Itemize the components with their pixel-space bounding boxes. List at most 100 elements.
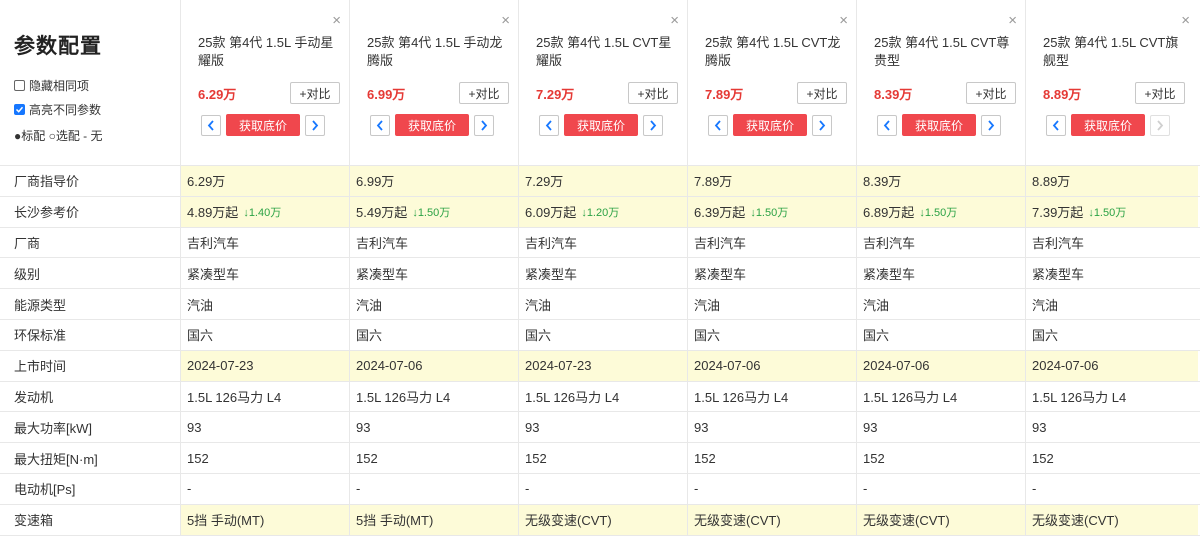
hide-same-checkbox[interactable]	[14, 79, 25, 91]
move-right-button[interactable]	[474, 114, 494, 136]
table-row: 发动机 1.5L 126马力 L4 1.5L 126马力 L4 1.5L 126马力 …	[0, 381, 1200, 413]
get-lowest-price-button[interactable]: 获取底价	[395, 114, 469, 136]
move-left-button[interactable]	[539, 114, 559, 136]
param-value: 吉利汽车	[857, 227, 1026, 258]
compare-button[interactable]: +对比	[797, 82, 847, 104]
param-value: 汽油	[1026, 289, 1198, 319]
table-row: 变速箱 5挡 手动(MT) 5挡 手动(MT) 无级变速(CVT) 无级变速(CVT) 无…	[0, 504, 1200, 536]
param-value-text: 吉利汽车	[356, 235, 409, 251]
param-value: -	[1026, 474, 1198, 504]
car-name: 25款 第4代 1.5L 手动龙腾版	[367, 35, 503, 68]
car-column: × 25款 第4代 1.5L 手动龙腾版 6.99万 +对比 获取底价	[350, 0, 519, 166]
highlight-diff-option[interactable]: 高亮不同参数	[14, 97, 180, 121]
param-value: -	[857, 473, 1026, 504]
chevron-left-icon	[545, 119, 552, 131]
move-right-button[interactable]	[305, 114, 325, 136]
chevron-left-icon	[207, 119, 214, 131]
param-value-text: 7.89万	[694, 174, 733, 190]
car-price: 8.39万	[874, 86, 913, 102]
param-value-text: 1.5L 126马力 L4	[694, 389, 789, 405]
param-value-text: -	[1032, 481, 1037, 497]
param-value: 4.89万起 ↓1.40万	[181, 196, 350, 227]
compare-button[interactable]: +对比	[966, 82, 1016, 104]
move-left-button[interactable]	[1046, 114, 1066, 136]
compare-button[interactable]: +对比	[628, 82, 678, 104]
param-value: 93	[350, 412, 519, 443]
param-value: 1.5L 126马力 L4	[688, 381, 857, 412]
param-value: -	[350, 473, 519, 504]
remove-car-icon[interactable]: ×	[670, 13, 679, 28]
compare-button[interactable]: +对比	[290, 82, 340, 104]
param-value-text: 5挡 手动(MT)	[356, 513, 434, 529]
param-value: 紧凑型车	[688, 258, 857, 289]
param-value-text: 无级变速(CVT)	[694, 513, 781, 529]
get-lowest-price-button[interactable]: 获取底价	[564, 114, 638, 136]
move-right-button[interactable]	[981, 114, 1001, 136]
param-value: 无级变速(CVT)	[1026, 504, 1198, 535]
param-value-text: -	[863, 481, 868, 497]
remove-car-icon[interactable]: ×	[1181, 13, 1190, 28]
param-value: 152	[857, 443, 1026, 473]
get-lowest-price-button[interactable]: 获取底价	[902, 114, 976, 136]
param-value: 7.89万	[688, 166, 857, 196]
param-value: 汽油	[519, 289, 688, 319]
remove-car-icon[interactable]: ×	[332, 13, 341, 28]
move-right-button[interactable]	[812, 114, 832, 136]
param-value-text: 6.89万起	[863, 205, 915, 221]
remove-car-icon[interactable]: ×	[839, 13, 848, 28]
price-drop: ↓1.50万	[750, 206, 789, 219]
param-value-text: 5.49万起	[356, 205, 408, 221]
param-label: 级别	[0, 258, 181, 289]
car-column: × 25款 第4代 1.5L CVT尊贵型 8.39万 +对比 获取底价	[857, 0, 1026, 166]
param-value-text: 国六	[1032, 328, 1059, 344]
remove-car-icon[interactable]: ×	[501, 13, 510, 28]
move-right-button[interactable]	[643, 114, 663, 136]
move-left-button[interactable]	[708, 114, 728, 136]
param-value: 1.5L 126马力 L4	[519, 381, 688, 412]
param-value: 紧凑型车	[857, 258, 1026, 289]
param-label: 电动机[Ps]	[0, 473, 181, 504]
hide-same-option[interactable]: 隐藏相同项	[14, 73, 180, 97]
param-value: 汽油	[857, 289, 1026, 319]
compare-button[interactable]: +对比	[1135, 82, 1185, 104]
compare-button[interactable]: +对比	[459, 82, 509, 104]
remove-car-icon[interactable]: ×	[1008, 13, 1017, 28]
param-value-text: 7.39万起	[1032, 205, 1084, 221]
param-value-text: 2024-07-06	[356, 358, 423, 374]
chevron-left-icon	[376, 119, 383, 131]
param-value: 紧凑型车	[181, 258, 350, 289]
param-value: 6.29万	[181, 166, 350, 196]
param-value-text: 7.29万	[525, 174, 564, 190]
table-row: 最大功率[kW] 93 93 93 93 93 93	[0, 412, 1200, 444]
param-value: 紧凑型车	[350, 258, 519, 289]
param-value-text: 2024-07-23	[187, 358, 254, 374]
param-value-text: 国六	[694, 328, 721, 344]
car-price: 8.89万	[1043, 86, 1082, 102]
param-value-text: 紧凑型车	[187, 266, 240, 282]
param-value: 吉利汽车	[181, 227, 350, 258]
table-row: 环保标准 国六 国六 国六 国六 国六 国六	[0, 319, 1200, 351]
car-name: 25款 第4代 1.5L 手动星耀版	[198, 35, 334, 68]
move-left-button[interactable]	[370, 114, 390, 136]
param-value: 吉利汽车	[688, 227, 857, 258]
param-label: 能源类型	[0, 289, 181, 319]
highlight-diff-checkbox[interactable]	[14, 103, 25, 115]
param-value: 7.29万	[519, 166, 688, 196]
move-left-button[interactable]	[201, 114, 221, 136]
param-value: 2024-07-06	[688, 350, 857, 381]
move-right-button[interactable]	[1150, 114, 1170, 136]
car-column: × 25款 第4代 1.5L CVT龙腾版 7.89万 +对比 获取底价	[688, 0, 857, 166]
chevron-left-icon	[714, 119, 721, 131]
param-label: 发动机	[0, 381, 181, 412]
param-table: 厂商指导价 6.29万 6.99万 7.29万 7.89万 8.39万 8.89万 长沙参考价…	[0, 166, 1200, 536]
param-value: 2024-07-06	[1026, 350, 1198, 381]
param-value-text: 1.5L 126马力 L4	[356, 389, 451, 405]
move-left-button[interactable]	[877, 114, 897, 136]
param-value: 无级变速(CVT)	[857, 504, 1026, 535]
param-value-text: 无级变速(CVT)	[863, 513, 950, 529]
get-lowest-price-button[interactable]: 获取底价	[733, 114, 807, 136]
price-drop: ↓1.40万	[243, 206, 282, 219]
param-value-text: 152	[863, 450, 885, 466]
get-lowest-price-button[interactable]: 获取底价	[226, 114, 300, 136]
get-lowest-price-button[interactable]: 获取底价	[1071, 114, 1145, 136]
